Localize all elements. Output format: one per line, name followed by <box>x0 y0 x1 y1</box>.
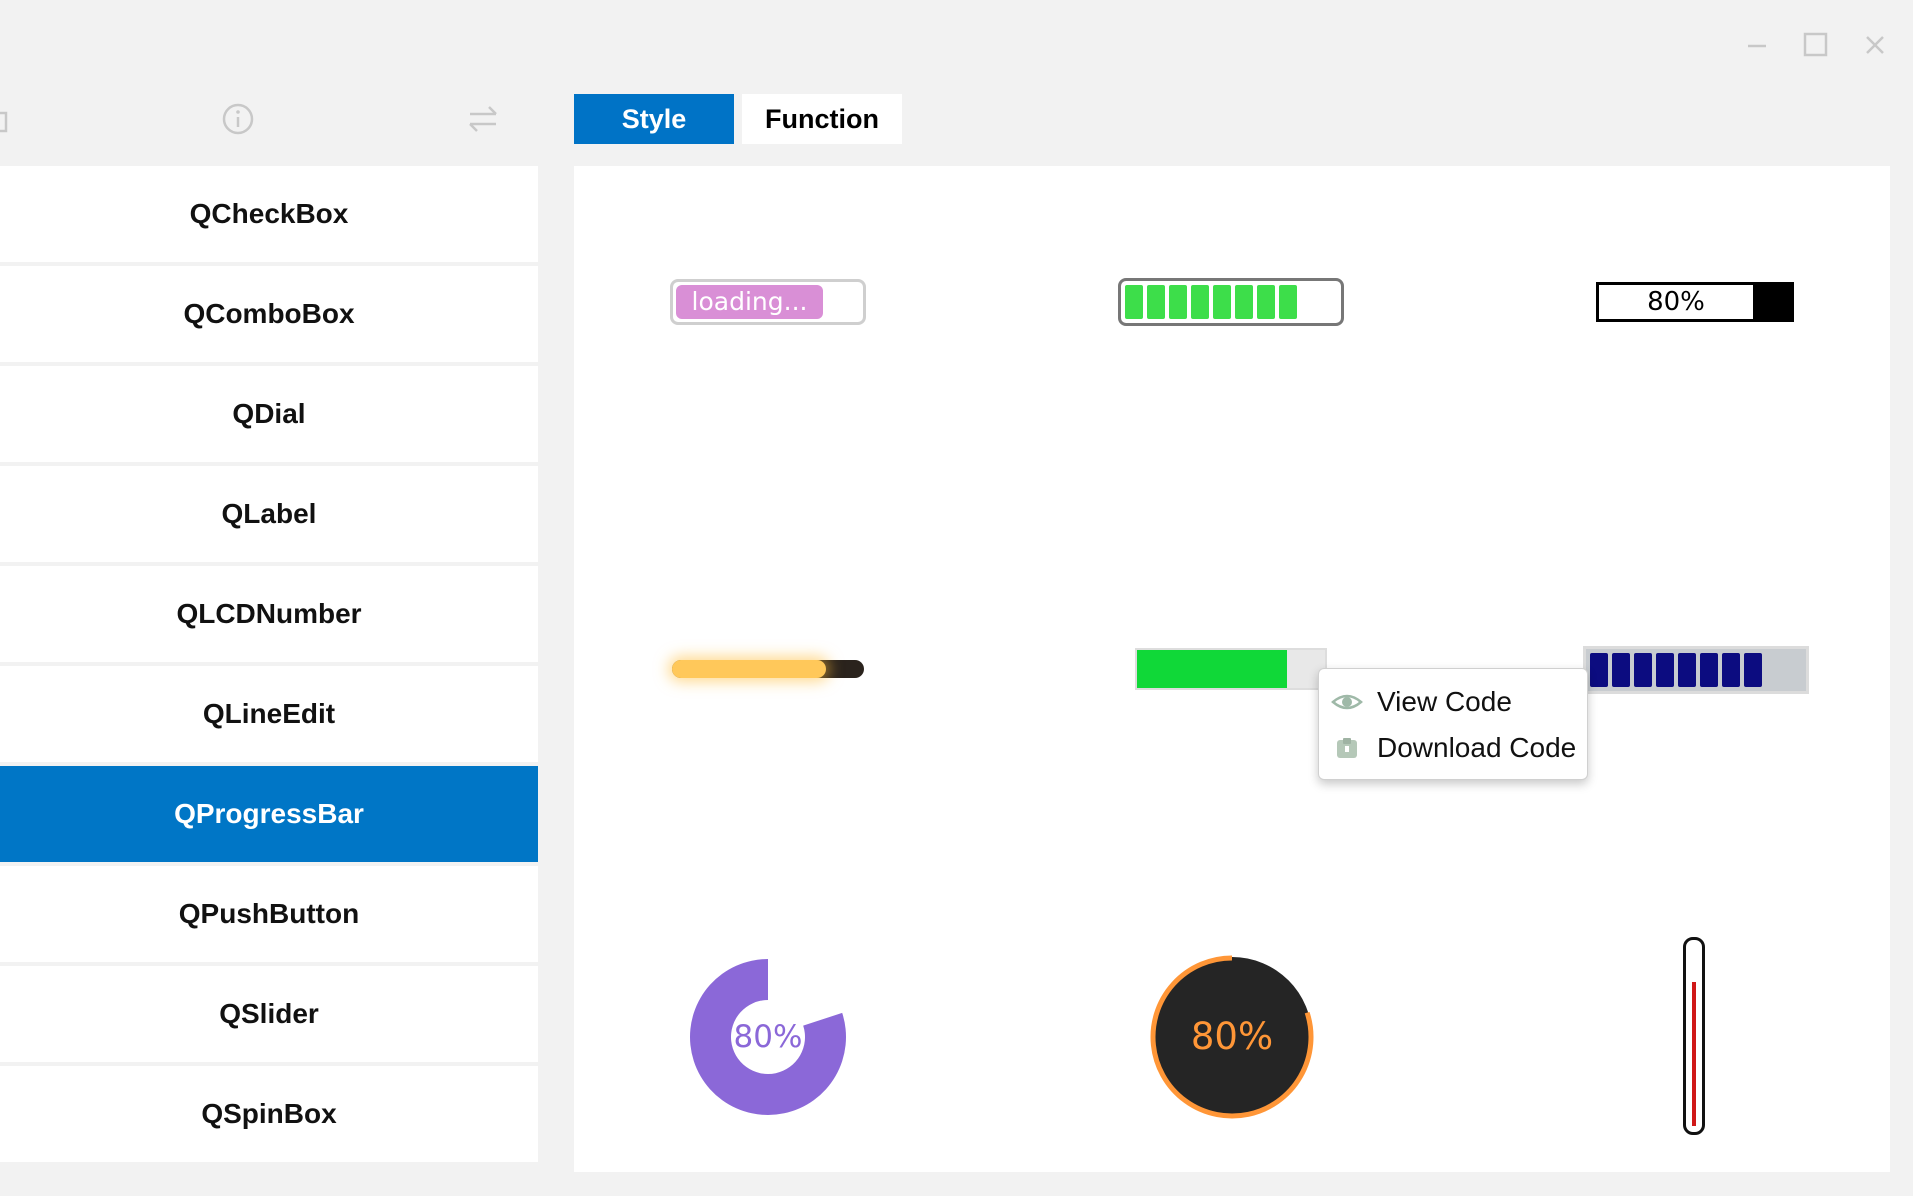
minimize-icon <box>1748 44 1766 48</box>
sidebar-item-qprogressbar[interactable]: QProgressBar <box>0 766 538 862</box>
progressbar-black-fill <box>1753 285 1791 319</box>
maximize-icon <box>1803 32 1828 57</box>
sidebar-item-qlineedit[interactable]: QLineEdit <box>0 666 538 762</box>
tab-function[interactable]: Function <box>742 94 902 144</box>
progressbar-thermometer[interactable] <box>1683 937 1705 1135</box>
ring-orange-text: 80% <box>1190 1015 1274 1058</box>
close-icon <box>1866 36 1884 54</box>
progress-segment <box>1634 653 1652 687</box>
home-icon <box>0 111 8 133</box>
progress-segment <box>1700 653 1718 687</box>
ring-purple-text: 80% <box>733 1019 803 1055</box>
progressbar-black[interactable]: 80% <box>1596 282 1794 322</box>
progressbar-green-flat[interactable] <box>1135 648 1327 690</box>
progress-segment <box>1191 285 1209 319</box>
progress-segment <box>1235 285 1253 319</box>
menu-item-download-code[interactable]: Download Code <box>1319 725 1589 771</box>
progress-segment <box>1147 285 1165 319</box>
eye-icon <box>1331 688 1363 716</box>
menu-item-view-code[interactable]: View Code <box>1319 679 1589 725</box>
progress-segment <box>1722 653 1740 687</box>
progress-segment <box>1612 653 1630 687</box>
sidebar-item-qspinbox[interactable]: QSpinBox <box>0 1066 538 1162</box>
home-button[interactable] <box>0 101 14 137</box>
progress-segment <box>1590 653 1608 687</box>
progressbar-loading[interactable]: loading... <box>670 279 866 325</box>
progressbar-green-segmented[interactable] <box>1118 278 1344 326</box>
progress-segment <box>1678 653 1696 687</box>
sidebar-item-qcheckbox[interactable]: QCheckBox <box>0 166 538 262</box>
menu-item-view-code-label: View Code <box>1377 686 1512 717</box>
progressbar-yellow[interactable] <box>672 660 864 678</box>
maximize-button[interactable] <box>1801 30 1831 60</box>
progress-segment <box>1656 653 1674 687</box>
info-button[interactable] <box>220 101 256 137</box>
info-icon <box>222 103 254 135</box>
sidebar-item-qdial[interactable]: QDial <box>0 366 538 462</box>
tab-style[interactable]: Style <box>574 94 734 144</box>
progressbar-green-flat-fill <box>1137 650 1287 688</box>
progressbar-ring-orange[interactable]: 80% <box>1150 955 1314 1119</box>
context-menu: View Code Download Code <box>1318 668 1588 780</box>
sidebar-item-qpushbutton[interactable]: QPushButton <box>0 866 538 962</box>
swap-arrows-icon <box>469 106 497 132</box>
thermometer-fill <box>1692 982 1696 1126</box>
progressbar-loading-text: loading... <box>691 287 808 316</box>
sidebar-item-qlabel[interactable]: QLabel <box>0 466 538 562</box>
progress-segment <box>1125 285 1143 319</box>
progress-segment <box>1213 285 1231 319</box>
close-button[interactable] <box>1860 30 1890 60</box>
progress-segment <box>1279 285 1297 319</box>
sidebar: QCheckBox QComboBox QDial QLabel QLCDNum… <box>0 166 538 1175</box>
progress-segment <box>1744 653 1762 687</box>
sidebar-item-qslider[interactable]: QSlider <box>0 966 538 1062</box>
progress-segment <box>1257 285 1275 319</box>
progressbar-black-text: 80% <box>1647 287 1705 317</box>
minimize-button[interactable] <box>1742 30 1772 60</box>
menu-item-download-code-label: Download Code <box>1377 732 1577 763</box>
progressbar-navy-segmented[interactable] <box>1583 646 1809 694</box>
sidebar-item-qcombobox[interactable]: QComboBox <box>0 266 538 362</box>
progress-segment <box>1169 285 1187 319</box>
download-icon <box>1331 734 1363 762</box>
switch-button[interactable] <box>465 101 501 137</box>
progressbar-ring-purple[interactable]: 80% <box>688 957 848 1117</box>
progressbar-yellow-fill <box>672 660 826 678</box>
sidebar-item-qlcdnumber[interactable]: QLCDNumber <box>0 566 538 662</box>
